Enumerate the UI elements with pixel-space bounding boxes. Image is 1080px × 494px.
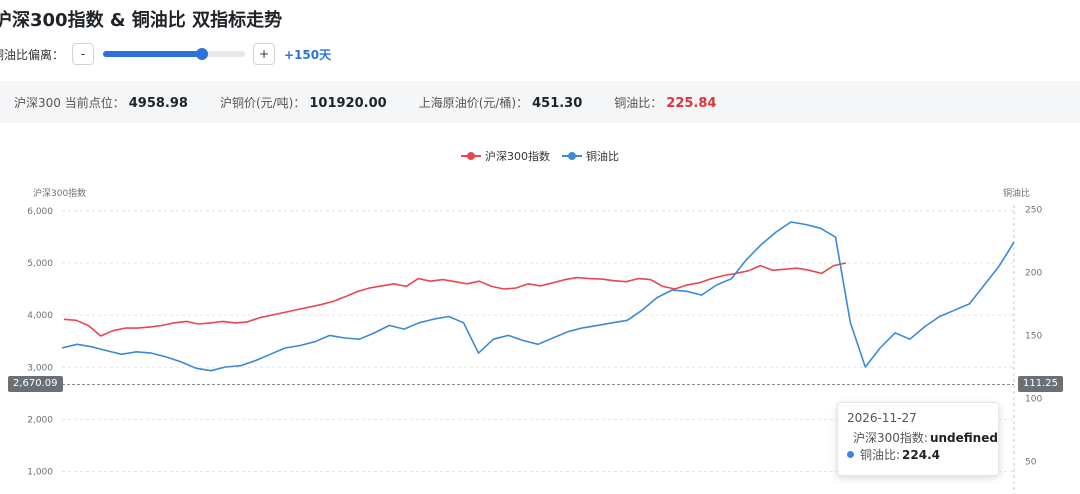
tooltip-name-copper-oil: 铜油比: bbox=[860, 448, 901, 462]
left-tick-label: 5,000 bbox=[27, 259, 53, 269]
right-tick-label: 200 bbox=[1025, 268, 1042, 278]
left-tick-label: 3,000 bbox=[27, 363, 53, 373]
tooltip-name-hs300: 沪深300指数: bbox=[853, 431, 928, 445]
series-line-hs300 bbox=[63, 262, 847, 337]
right-axis-name: 铜油比 bbox=[1003, 187, 1030, 199]
tooltip-dot-copper-oil bbox=[847, 451, 854, 458]
tooltip-date: 2026-11-27 bbox=[847, 411, 917, 425]
right-tick-label: 100 bbox=[1025, 394, 1042, 404]
left-tick-label: 1,000 bbox=[27, 468, 53, 478]
left-tick-label: 4,000 bbox=[27, 311, 53, 321]
crosshair-right-value: 111.25 bbox=[1018, 376, 1063, 393]
tooltip-value-hs300: undefined bbox=[929, 430, 998, 445]
right-tick-label: 50 bbox=[1025, 457, 1037, 467]
tooltip-row-copper-oil: 铜油比: 224.4 bbox=[847, 446, 989, 463]
crosshair-left-value: 2,670.09 bbox=[8, 376, 63, 393]
right-tick-label: 250 bbox=[1025, 205, 1042, 215]
left-axis-name: 沪深300指数 bbox=[33, 187, 86, 199]
tooltip-row-hs300: 沪深300指数: undefined bbox=[847, 429, 998, 446]
tooltip-value-copper-oil: 224.4 bbox=[902, 447, 941, 462]
left-tick-label: 2,000 bbox=[27, 415, 53, 425]
right-tick-label: 150 bbox=[1025, 331, 1042, 341]
chart-tooltip: 2026-11-27 沪深300指数: undefined 铜油比: 224.4 bbox=[837, 402, 999, 476]
left-tick-label: 6,000 bbox=[27, 207, 53, 217]
series-line-copper-oil bbox=[61, 221, 1015, 372]
